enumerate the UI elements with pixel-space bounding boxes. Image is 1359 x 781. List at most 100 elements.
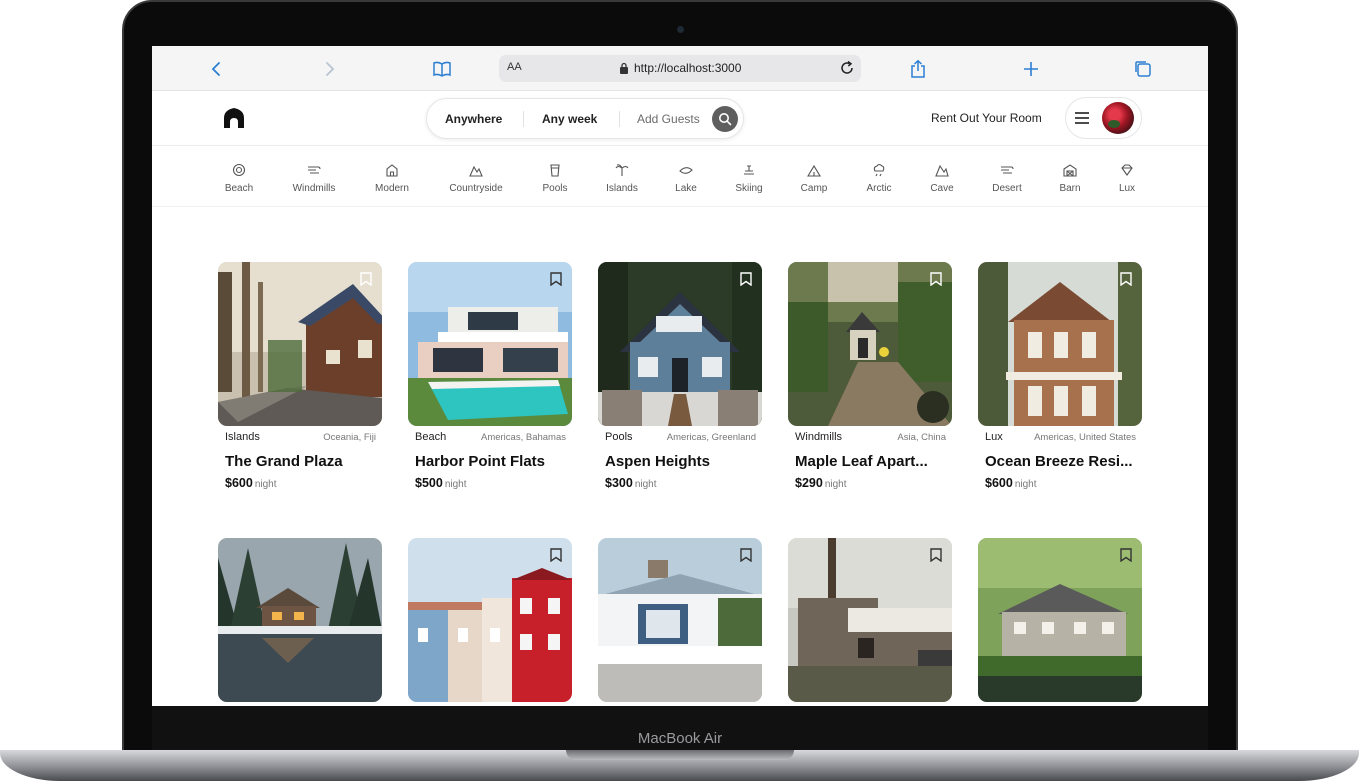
home-logo-icon[interactable] <box>222 106 246 130</box>
listing-photo[interactable] <box>788 262 952 426</box>
listing-photo[interactable] <box>978 262 1142 426</box>
listing-photo[interactable] <box>218 262 382 426</box>
reload-icon[interactable] <box>838 59 856 77</box>
colorful-townhouses-photo <box>408 538 572 702</box>
listing-card[interactable] <box>788 538 952 702</box>
app-header: Anywhere Any week Add Guests Rent Out Yo… <box>152 91 1208 146</box>
snow-icon <box>873 163 885 177</box>
address-bar[interactable]: AA http://localhost:3000 <box>499 55 861 82</box>
listing-location: Americas, Bahamas <box>480 432 566 443</box>
bookmark-icon[interactable] <box>740 272 752 286</box>
search-guests-button[interactable]: Add Guests <box>637 112 700 126</box>
listing-title[interactable]: Aspen Heights <box>598 453 756 470</box>
listing-card[interactable]: Lux Americas, United States Ocean Breeze… <box>978 262 1142 490</box>
stone-house-photo <box>788 538 952 702</box>
category-countryside[interactable]: Countryside <box>436 163 516 194</box>
listing-price: $500 <box>415 476 443 490</box>
listing-title[interactable]: Maple Leaf Apart... <box>788 453 946 470</box>
camera <box>677 26 684 33</box>
search-bar[interactable]: Anywhere Any week Add Guests <box>426 98 744 139</box>
listing-card[interactable] <box>978 538 1142 702</box>
listing-photo[interactable] <box>218 538 382 702</box>
text-size-button[interactable]: AA <box>507 61 522 73</box>
listing-photo[interactable] <box>408 262 572 426</box>
listing-card[interactable]: Beach Americas, Bahamas Harbor Point Fla… <box>408 262 572 490</box>
listing-card[interactable]: Windmills Asia, China Maple Leaf Apart..… <box>788 262 952 490</box>
bookmark-icon[interactable] <box>930 548 942 562</box>
divider <box>523 111 524 127</box>
listing-card[interactable]: Islands Oceania, Fiji The Grand Plaza $6… <box>218 262 382 490</box>
listing-photo[interactable] <box>408 538 572 702</box>
lock-icon <box>620 62 628 74</box>
tabs-button[interactable] <box>1130 56 1156 82</box>
category-bar: Beach Windmills Modern Countryside Pools Isla… <box>152 147 1208 207</box>
boat-icon <box>679 167 693 174</box>
cave-icon <box>935 164 949 177</box>
forward-button[interactable] <box>316 56 342 82</box>
price-unit: night <box>444 479 467 490</box>
bookmark-icon[interactable] <box>930 272 942 286</box>
bookmark-icon[interactable] <box>550 548 562 562</box>
share-button[interactable] <box>905 56 931 82</box>
device-label: MacBook Air <box>637 730 723 747</box>
search-submit-button[interactable] <box>712 106 738 132</box>
url-text[interactable]: http://localhost:3000 <box>634 61 741 75</box>
category-beach[interactable]: Beach <box>199 163 279 194</box>
listing-photo[interactable] <box>788 538 952 702</box>
bookmark-icon[interactable] <box>740 548 752 562</box>
chevron-right-icon <box>326 62 335 76</box>
listing-photo[interactable] <box>598 538 762 702</box>
camp-icon <box>807 164 821 177</box>
listing-card[interactable] <box>408 538 572 702</box>
rent-out-link[interactable]: Rent Out Your Room <box>931 111 1042 125</box>
listing-photo[interactable] <box>978 538 1142 702</box>
price-unit: night <box>1014 479 1037 490</box>
bookmark-icon[interactable] <box>1120 548 1132 562</box>
listing-category: Pools <box>605 431 633 443</box>
listing-title[interactable]: Harbor Point Flats <box>408 453 566 470</box>
mountain-icon <box>469 165 483 177</box>
manor-house-photo <box>978 538 1142 702</box>
listing-category: Islands <box>225 431 260 443</box>
category-lux[interactable]: Lux <box>1087 163 1167 194</box>
screen: AA http://localhost:3000 Anywhere Any we… <box>152 46 1208 706</box>
category-label: Countryside <box>449 183 503 194</box>
category-label: Windmills <box>292 183 336 194</box>
listing-location: Asia, China <box>897 432 946 443</box>
new-tab-button[interactable] <box>1018 56 1044 82</box>
price-unit: night <box>634 479 657 490</box>
plus-icon <box>1024 62 1038 76</box>
category-windmills[interactable]: Windmills <box>274 163 354 194</box>
search-location-button[interactable]: Anywhere <box>445 112 502 126</box>
victorian-house-photo <box>978 262 1142 426</box>
category-modern[interactable]: Modern <box>352 163 432 194</box>
lake-cabin-photo <box>218 538 382 702</box>
bookmark-icon[interactable] <box>360 272 372 286</box>
listing-price: $290 <box>795 476 823 490</box>
cabin-photo <box>218 262 382 426</box>
tabs-icon <box>1135 61 1151 77</box>
bookmarks-button[interactable] <box>429 56 455 82</box>
laptop-mockup: MacBook Air AA http://localhost:3000 Any… <box>0 0 1359 781</box>
listing-location: Oceania, Fiji <box>323 432 376 443</box>
price-unit: night <box>824 479 847 490</box>
divider <box>619 111 620 127</box>
modern-icon <box>386 164 398 177</box>
avatar <box>1102 102 1134 134</box>
listing-card[interactable] <box>598 538 762 702</box>
listing-location: Americas, United States <box>1034 432 1136 443</box>
listing-card[interactable] <box>218 538 382 702</box>
listing-card[interactable]: Pools Americas, Greenland Aspen Heights … <box>598 262 762 490</box>
listing-price: $600 <box>225 476 253 490</box>
bookmark-icon[interactable] <box>550 272 562 286</box>
listing-title[interactable]: Ocean Breeze Resi... <box>978 453 1136 470</box>
user-menu-button[interactable] <box>1065 97 1142 139</box>
island-icon <box>615 164 629 176</box>
skiing-icon <box>744 165 754 175</box>
category-label: Lux <box>1118 183 1136 194</box>
listing-photo[interactable] <box>598 262 762 426</box>
bookmark-icon[interactable] <box>1120 272 1132 286</box>
listing-title[interactable]: The Grand Plaza <box>218 453 376 470</box>
search-week-button[interactable]: Any week <box>542 112 597 126</box>
back-button[interactable] <box>204 56 230 82</box>
